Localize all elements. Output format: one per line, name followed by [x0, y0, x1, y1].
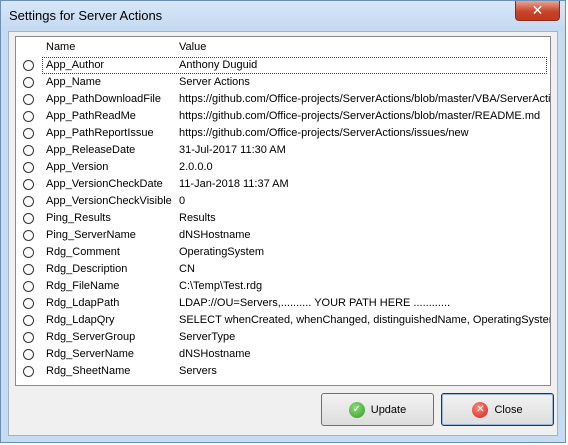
list-item[interactable]: Rdg_SheetName Servers — [16, 363, 550, 380]
list-item[interactable]: App_PathReadMe https://github.com/Office-… — [16, 108, 550, 125]
list-rows: App_Author Anthony Duguid App_Name Server A… — [16, 57, 550, 380]
list-item[interactable]: App_ReleaseDate 31-Jul-2017 11:30 AM — [16, 142, 550, 159]
list-item[interactable]: Rdg_FileName C:\Temp\Test.rdg — [16, 278, 550, 295]
setting-name: Rdg_ServerGroup — [46, 331, 136, 343]
list-item[interactable]: App_PathDownloadFile https://github.com/O… — [16, 91, 550, 108]
setting-value: SELECT whenCreated, whenChanged, disting… — [179, 314, 551, 326]
setting-value: https://github.com/Office-projects/Serve… — [179, 110, 541, 122]
list-item[interactable]: Rdg_Comment OperatingSystem — [16, 244, 550, 261]
list-item[interactable]: App_Name Server Actions — [16, 74, 550, 91]
setting-name: App_PathReadMe — [46, 110, 136, 122]
row-radio[interactable] — [23, 230, 34, 241]
setting-value: Server Actions — [179, 76, 250, 88]
setting-name: App_Name — [46, 76, 102, 88]
row-radio[interactable] — [23, 315, 34, 326]
row-radio[interactable] — [23, 145, 34, 156]
list-item[interactable]: App_Version 2.0.0.0 — [16, 159, 550, 176]
row-radio[interactable] — [23, 162, 34, 173]
setting-value: dNSHostname — [179, 348, 251, 360]
setting-value: OperatingSystem — [179, 246, 264, 258]
setting-name: Rdg_Description — [46, 263, 128, 275]
window-close-button[interactable]: ✕ — [515, 1, 560, 21]
row-radio[interactable] — [23, 77, 34, 88]
row-radio[interactable] — [23, 281, 34, 292]
row-radio[interactable] — [23, 298, 34, 309]
close-button[interactable]: ✕ Close — [441, 393, 554, 426]
setting-name: App_ReleaseDate — [46, 144, 136, 156]
setting-value: LDAP://OU=Servers,.......... YOUR PATH H… — [179, 297, 451, 309]
list-item[interactable]: App_PathReportIssue https://github.com/Of… — [16, 125, 550, 142]
setting-name: Rdg_Comment — [46, 246, 120, 258]
list-item[interactable]: App_Author Anthony Duguid — [16, 57, 550, 74]
setting-name: Rdg_LdapPath — [46, 297, 120, 309]
list-item[interactable]: Rdg_Description CN — [16, 261, 550, 278]
setting-name: Rdg_SheetName — [46, 365, 131, 377]
setting-value: dNSHostname — [179, 229, 251, 241]
dialog-body: Name Value App_Author Anthony Duguid App_N… — [8, 31, 558, 436]
settings-list[interactable]: Name Value App_Author Anthony Duguid App_N… — [15, 36, 551, 386]
row-radio[interactable] — [23, 179, 34, 190]
list-item[interactable]: Rdg_LdapPath LDAP://OU=Servers,..........… — [16, 295, 550, 312]
cancel-icon: ✕ — [472, 401, 489, 418]
row-radio[interactable] — [23, 94, 34, 105]
row-radio[interactable] — [23, 60, 34, 71]
window-title: Settings for Server Actions — [9, 8, 163, 23]
row-radio[interactable] — [23, 247, 34, 258]
setting-value: https://github.com/Office-projects/Serve… — [179, 127, 469, 139]
row-radio[interactable] — [23, 128, 34, 139]
setting-name: Rdg_LdapQry — [46, 314, 115, 326]
setting-value: Servers — [179, 365, 217, 377]
setting-name: Ping_ServerName — [46, 229, 136, 241]
setting-value: ServerType — [179, 331, 236, 343]
setting-value: Anthony Duguid — [179, 59, 258, 71]
setting-name: Rdg_FileName — [46, 280, 120, 292]
setting-value: https://github.com/Office-projects/Serve… — [179, 93, 551, 105]
row-radio[interactable] — [23, 332, 34, 343]
check-icon: ✓ — [348, 401, 365, 418]
list-item[interactable]: Rdg_ServerGroup ServerType — [16, 329, 550, 346]
column-header-value[interactable]: Value — [179, 41, 206, 53]
setting-name: App_PathDownloadFile — [46, 93, 161, 105]
list-item[interactable]: Ping_ServerName dNSHostname — [16, 227, 550, 244]
list-header: Name Value — [16, 37, 550, 57]
update-button-label: Update — [370, 403, 407, 416]
list-item[interactable]: App_VersionCheckDate 11-Jan-2018 11:37 AM — [16, 176, 550, 193]
update-button[interactable]: ✓ Update — [321, 393, 434, 426]
setting-name: App_Version — [46, 161, 109, 173]
setting-value: 0 — [179, 195, 186, 207]
list-item[interactable]: Rdg_LdapQry SELECT whenCreated, whenChang… — [16, 312, 550, 329]
row-radio[interactable] — [23, 349, 34, 360]
row-radio[interactable] — [23, 366, 34, 377]
close-button-label: Close — [494, 403, 523, 416]
setting-value: Results — [179, 212, 216, 224]
close-icon: ✕ — [531, 2, 544, 18]
setting-name: App_PathReportIssue — [46, 127, 154, 139]
column-header-name[interactable]: Name — [46, 41, 75, 53]
setting-name: Ping_Results — [46, 212, 111, 224]
row-radio[interactable] — [23, 111, 34, 122]
setting-name: App_Author — [46, 59, 105, 71]
row-radio[interactable] — [23, 213, 34, 224]
setting-value: CN — [179, 263, 195, 275]
setting-value: 31-Jul-2017 11:30 AM — [179, 144, 286, 156]
row-radio[interactable] — [23, 196, 34, 207]
list-item[interactable]: App_VersionCheckVisible 0 — [16, 193, 550, 210]
setting-value: 2.0.0.0 — [179, 161, 213, 173]
setting-value: C:\Temp\Test.rdg — [179, 280, 263, 292]
list-item[interactable]: Rdg_ServerName dNSHostname — [16, 346, 550, 363]
row-radio[interactable] — [23, 264, 34, 275]
focus-rectangle — [42, 57, 547, 74]
list-item[interactable]: Ping_Results Results — [16, 210, 550, 227]
setting-name: App_VersionCheckVisible — [46, 195, 172, 207]
setting-name: App_VersionCheckDate — [46, 178, 163, 190]
setting-value: 11-Jan-2018 11:37 AM — [179, 178, 289, 190]
setting-name: Rdg_ServerName — [46, 348, 135, 360]
title-bar[interactable]: Settings for Server Actions ✕ — [1, 1, 565, 31]
settings-dialog: Settings for Server Actions ✕ Name Value… — [0, 0, 566, 443]
